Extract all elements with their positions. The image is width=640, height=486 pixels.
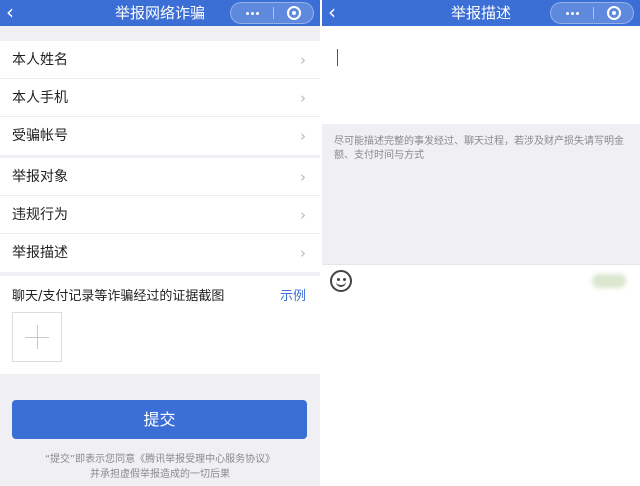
agreement-line: 并承担虚假举报造成的一切后果 (90, 469, 230, 480)
agreement-line[interactable]: “提交”即表示您同意《腾讯举报受理中心服务协议》 (0, 452, 320, 467)
field-report-target[interactable]: 举报对象 › (0, 158, 320, 196)
description-input[interactable] (322, 26, 640, 124)
mini-program-capsule (230, 2, 314, 24)
chevron-right-icon: › (300, 127, 306, 145)
field-label: 本人姓名 (12, 52, 68, 68)
evidence-section: 聊天/支付记录等诈骗经过的证据截图 示例 (0, 276, 320, 374)
more-dots-icon[interactable] (231, 3, 273, 23)
nav-bar: ‹ 举报描述 (322, 0, 640, 26)
report-form-screen: ‹ 举报网络诈骗 本人姓名 › 本人手机 › 受骗帐号 › 举报对象 › 违规行… (0, 0, 320, 486)
field-label: 举报描述 (12, 245, 68, 261)
text-cursor (337, 49, 338, 66)
chevron-right-icon: › (300, 89, 306, 107)
evidence-label: 聊天/支付记录等诈骗经过的证据截图 (12, 289, 225, 304)
close-icon[interactable] (607, 6, 621, 20)
capsule-separator (593, 7, 594, 19)
field-violation[interactable]: 违规行为 › (0, 196, 320, 234)
agreement-notice: “提交”即表示您同意《腾讯举报受理中心服务协议》 并承担虚假举报造成的一切后果 (0, 452, 320, 482)
submit-button[interactable]: 提交 (12, 400, 307, 439)
nav-bar: ‹ 举报网络诈骗 (0, 0, 320, 26)
mini-program-capsule (550, 2, 634, 24)
capsule-separator (273, 7, 274, 19)
hint-area: 尽可能描述完整的事发经过、聊天过程，若涉及财产损失请写明金额、支付时间与方式 (322, 124, 640, 264)
field-name[interactable]: 本人姓名 › (0, 41, 320, 79)
close-icon[interactable] (287, 6, 301, 20)
field-description[interactable]: 举报描述 › (0, 234, 320, 272)
add-screenshot-button[interactable] (12, 312, 62, 362)
emoji-face-icon[interactable] (330, 270, 352, 292)
field-label: 违规行为 (12, 207, 68, 223)
report-description-screen: ‹ 举报描述 尽可能描述完整的事发经过、聊天过程，若涉及财产损失请写明金额、支付… (322, 0, 640, 486)
field-label: 受骗帐号 (12, 128, 68, 144)
more-dots-icon[interactable] (551, 3, 593, 23)
field-account[interactable]: 受骗帐号 › (0, 117, 320, 155)
input-toolbar (322, 264, 640, 296)
chevron-right-icon: › (300, 168, 306, 186)
description-placeholder: 尽可能描述完整的事发经过、聊天过程，若涉及财产损失请写明金额、支付时间与方式 (334, 136, 624, 161)
field-label: 举报对象 (12, 169, 68, 185)
chevron-right-icon: › (300, 51, 306, 69)
field-phone[interactable]: 本人手机 › (0, 79, 320, 117)
field-label: 本人手机 (12, 90, 68, 106)
example-link[interactable]: 示例 (280, 285, 306, 304)
report-info-group: 举报对象 › 违规行为 › 举报描述 › (0, 158, 320, 272)
chevron-right-icon: › (300, 206, 306, 224)
send-button[interactable] (592, 274, 626, 288)
chevron-right-icon: › (300, 244, 306, 262)
personal-info-group: 本人姓名 › 本人手机 › 受骗帐号 › (0, 41, 320, 155)
